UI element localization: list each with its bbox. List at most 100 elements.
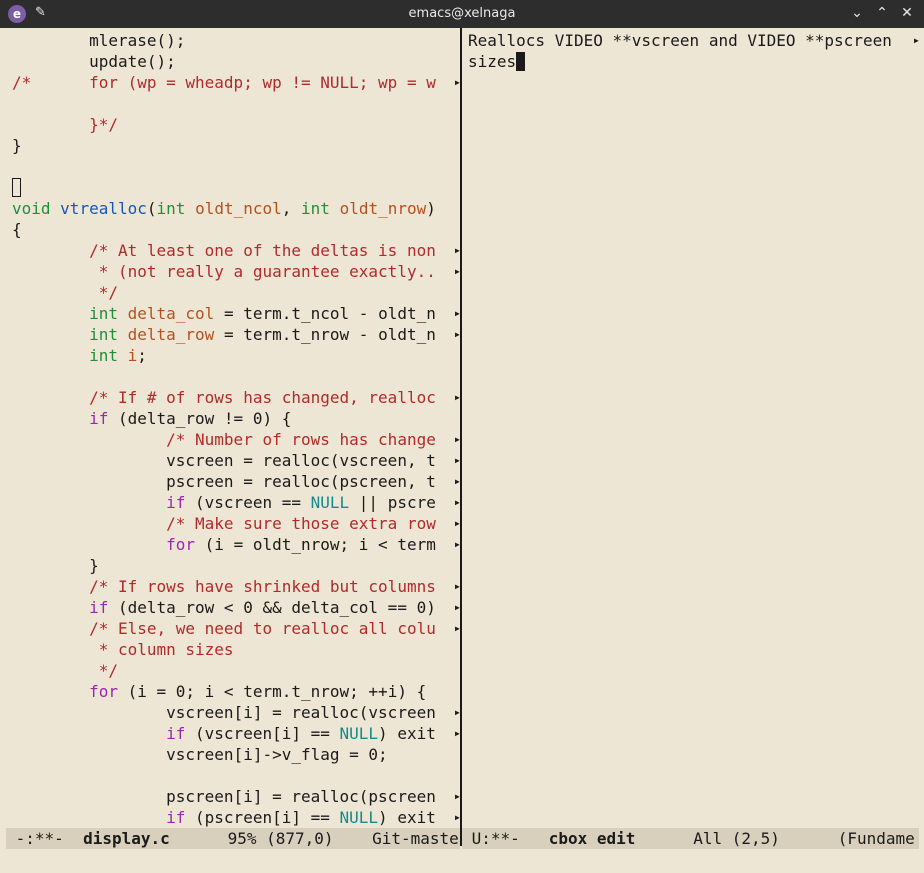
- code-line[interactable]: /* If rows have shrinked but columns ▸: [12, 576, 461, 597]
- left-mode-line[interactable]: -:**- display.c 95% (877,0) Git-maste: [6, 828, 460, 849]
- code-token: (i = 0; i < term.t_nrow; ++i) {: [117, 682, 427, 701]
- code-token: if: [166, 724, 186, 743]
- code-line[interactable]: int i;: [12, 345, 461, 366]
- modeline-vc-branch[interactable]: Git-maste: [372, 829, 459, 848]
- code-line[interactable]: vscreen = realloc(vscreen, t ▸: [12, 450, 461, 471]
- chevron-up-icon[interactable]: ⌃: [873, 5, 891, 21]
- code-token: /* At least one of the deltas is non: [89, 241, 436, 260]
- code-token: int: [156, 199, 186, 218]
- code-token: }: [12, 556, 99, 575]
- code-line[interactable]: /* Number of rows has change ▸: [12, 429, 461, 450]
- code-token: NULL: [310, 493, 350, 512]
- code-line[interactable]: int delta_col = term.t_ncol - oldt_n ▸: [12, 303, 461, 324]
- code-line[interactable]: [12, 156, 461, 177]
- code-line[interactable]: }: [12, 135, 461, 156]
- code-token: NULL: [339, 724, 379, 743]
- code-line[interactable]: }: [12, 555, 461, 576]
- close-icon[interactable]: ✕: [898, 5, 916, 21]
- right-mode-line[interactable]: U:**- cbox edit All (2,5) (Fundame: [462, 828, 919, 849]
- code-token: ,: [281, 199, 302, 218]
- text-cursor: [516, 52, 526, 71]
- code-token: if: [89, 409, 109, 428]
- code-token: ;: [137, 346, 147, 365]
- code-line[interactable]: update();: [12, 51, 461, 72]
- code-line[interactable]: int delta_row = term.t_nrow - oldt_n ▸: [12, 324, 461, 345]
- code-line[interactable]: pscreen = realloc(pscreen, t ▸: [12, 471, 461, 492]
- code-token: = term.t_ncol - oldt_n: [214, 304, 436, 323]
- code-token: i: [127, 346, 138, 365]
- code-token: */: [12, 661, 118, 680]
- code-line[interactable]: /* At least one of the deltas is non ▸: [12, 240, 461, 261]
- code-line[interactable]: for (i = 0; i < term.t_nrow; ++i) {: [12, 681, 461, 702]
- left-editor-pane[interactable]: mlerase(); update();/* for (wp = wheadp;…: [12, 30, 461, 828]
- code-token: int: [89, 346, 118, 365]
- code-line[interactable]: */: [12, 282, 461, 303]
- code-token: ) exit: [378, 808, 436, 827]
- code-line[interactable]: void vtrealloc(int oldt_ncol, int oldt_n…: [12, 198, 461, 219]
- minibuffer[interactable]: [0, 849, 924, 873]
- code-line[interactable]: Reallocs VIDEO **vscreen and VIDEO **psc…: [468, 30, 920, 51]
- code-line[interactable]: * (not really a guarantee exactly.. ▸: [12, 261, 461, 282]
- code-line[interactable]: vscreen[i]->v_flag = 0;: [12, 744, 461, 765]
- code-line[interactable]: if (vscreen == NULL || pscre ▸: [12, 492, 461, 513]
- code-line[interactable]: pscreen[i] = realloc(pscreen ▸: [12, 786, 461, 807]
- code-line[interactable]: if (vscreen[i] == NULL) exit ▸: [12, 723, 461, 744]
- code-line[interactable]: if (delta_row < 0 && delta_col == 0) ▸: [12, 597, 461, 618]
- code-token: sizes: [468, 52, 517, 71]
- code-token: (i = oldt_nrow; i < term: [195, 535, 436, 554]
- modeline-buffer-name[interactable]: display.c: [83, 829, 170, 848]
- modeline-buffer-name[interactable]: cbox edit: [549, 829, 636, 848]
- code-line[interactable]: for (i = oldt_nrow; i < term ▸: [12, 534, 461, 555]
- code-line[interactable]: vscreen[i] = realloc(vscreen ▸: [12, 702, 461, 723]
- code-token: {: [12, 220, 22, 239]
- code-token: for: [89, 682, 118, 701]
- code-line[interactable]: [12, 177, 461, 198]
- code-token: ): [426, 199, 436, 218]
- code-line[interactable]: [12, 366, 461, 387]
- code-token: (vscreen ==: [185, 493, 311, 512]
- code-line[interactable]: {: [12, 219, 461, 240]
- window-titlebar: e ✎ emacs@xelnaga ⌄ ⌃ ✕: [0, 0, 924, 28]
- window-divider[interactable]: [460, 28, 468, 846]
- code-line[interactable]: if (delta_row != 0) {: [12, 408, 461, 429]
- code-token: ) exit: [378, 724, 436, 743]
- code-line[interactable]: [12, 765, 461, 786]
- code-line[interactable]: mlerase();: [12, 30, 461, 51]
- code-line[interactable]: * column sizes: [12, 639, 461, 660]
- chevron-down-icon[interactable]: ⌄: [848, 5, 866, 21]
- code-line[interactable]: sizes: [468, 51, 920, 72]
- modeline-position: 95% (877,0): [169, 829, 373, 848]
- code-token: (pscreen[i] ==: [185, 808, 340, 827]
- truncation-arrow-icon: ▸: [912, 33, 920, 47]
- code-token: (: [146, 199, 157, 218]
- code-token: /* Number of rows has change: [166, 430, 436, 449]
- code-token: /* If rows have shrinked but columns: [89, 577, 436, 596]
- code-line[interactable]: /* Make sure those extra row ▸: [12, 513, 461, 534]
- code-line[interactable]: if (pscreen[i] == NULL) exit ▸: [12, 807, 461, 828]
- right-editor-pane[interactable]: Reallocs VIDEO **vscreen and VIDEO **psc…: [468, 30, 920, 828]
- code-line[interactable]: [12, 93, 461, 114]
- code-token: int: [301, 199, 330, 218]
- code-token: vscreen[i] = realloc(vscreen: [12, 703, 436, 722]
- code-line[interactable]: /* Else, we need to realloc all colu ▸: [12, 618, 461, 639]
- code-line[interactable]: /* If # of rows has changed, realloc ▸: [12, 387, 461, 408]
- code-token: vtrealloc: [60, 199, 147, 218]
- code-line[interactable]: */: [12, 660, 461, 681]
- code-line[interactable]: }*/: [12, 114, 461, 135]
- code-token: /* for (wp = wheadp; wp != NULL; wp = w: [12, 73, 436, 92]
- modeline-major-mode[interactable]: (Fundame: [838, 829, 915, 848]
- code-line[interactable]: /* for (wp = wheadp; wp != NULL; wp = w ▸: [12, 72, 461, 93]
